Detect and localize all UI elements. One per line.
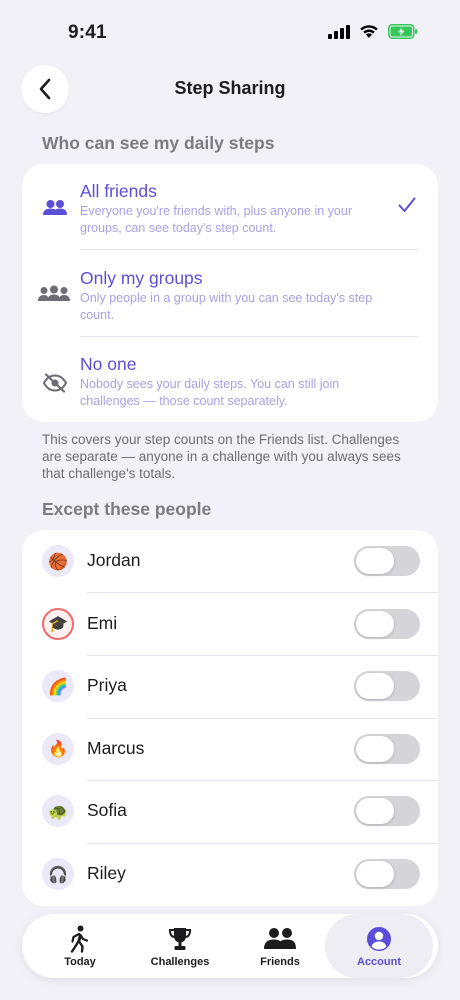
- wifi-icon: [360, 25, 378, 38]
- exceptions-card: 🏀 Jordan 🎓 Emi 🌈 Priya 🔥 Marcus 🐢 Sofia …: [22, 530, 438, 906]
- exception-toggle[interactable]: [354, 733, 420, 764]
- option-title: Only my groups: [80, 268, 203, 288]
- avatar: 🎧: [42, 858, 74, 890]
- status-icons: [328, 24, 418, 39]
- groups-icon: [38, 281, 70, 307]
- visibility-section-header: Who can see my daily steps: [42, 133, 275, 153]
- person-name: Marcus: [87, 737, 145, 758]
- visibility-footnote: This covers your step counts on the Frie…: [42, 432, 401, 481]
- toggle-knob: [356, 798, 394, 825]
- visibility-options-card: All friends Everyone you're friends with…: [22, 164, 438, 422]
- option-no-one[interactable]: No one Nobody sees your daily steps. You…: [22, 337, 438, 423]
- person-name: Jordan: [87, 550, 141, 570]
- tab-label: Today: [64, 956, 96, 968]
- account-icon: [366, 924, 392, 954]
- option-subtitle: Only people in a group with you can see …: [80, 291, 373, 322]
- exception-toggle[interactable]: [354, 546, 420, 576]
- option-subtitle: Everyone you're friends with, plus anyon…: [80, 204, 352, 235]
- walking-icon: [69, 924, 91, 954]
- tab-challenges[interactable]: Challenges: [130, 914, 230, 978]
- friends-icon: [263, 924, 297, 954]
- tab-label: Account: [357, 956, 401, 968]
- trophy-icon: [167, 924, 193, 954]
- person-row-sofia: 🐢 Sofia: [22, 780, 438, 843]
- toggle-knob: [356, 861, 394, 887]
- avatar: 🎓: [42, 607, 74, 640]
- cellular-signal-icon: [328, 24, 350, 39]
- tab-friends[interactable]: Friends: [230, 914, 330, 978]
- avatar: 🏀: [42, 545, 74, 577]
- status-time: 9:41: [68, 22, 107, 43]
- option-title: No one: [80, 354, 137, 374]
- person-name: Priya: [87, 675, 127, 696]
- option-title: All friends: [80, 181, 157, 201]
- person-row-riley: 🎧 Riley: [22, 843, 438, 906]
- checkmark-icon: [398, 197, 416, 212]
- person-row-jordan: 🏀 Jordan: [22, 530, 438, 593]
- person-name: Sofia: [87, 800, 127, 821]
- tab-bar: Today Challenges Friends Account: [22, 914, 438, 978]
- avatar: 🌈: [42, 670, 74, 703]
- person-name: Riley: [87, 863, 126, 883]
- toggle-knob: [356, 735, 394, 762]
- tab-label: Friends: [260, 956, 300, 968]
- toggle-knob: [356, 548, 394, 574]
- toggle-knob: [356, 610, 394, 637]
- battery-charging-icon: [388, 24, 418, 39]
- avatar: 🐢: [42, 795, 74, 828]
- tab-account[interactable]: Account: [325, 914, 433, 978]
- exceptions-section-header: Except these people: [42, 499, 212, 519]
- tab-today[interactable]: Today: [30, 914, 130, 978]
- exception-toggle[interactable]: [354, 671, 420, 702]
- exception-toggle[interactable]: [354, 608, 420, 639]
- tab-label: Challenges: [150, 956, 210, 968]
- person-row-priya: 🌈 Priya: [22, 655, 438, 718]
- person-name: Emi: [87, 612, 118, 633]
- eye-slash-icon: [42, 370, 68, 396]
- status-bar: 9:41: [0, 0, 460, 64]
- option-subtitle: Nobody sees your daily steps. You can st…: [80, 377, 340, 408]
- person-row-emi: 🎓 Emi: [22, 593, 438, 656]
- friends-icon: [42, 195, 68, 221]
- toggle-knob: [356, 673, 394, 700]
- person-row-marcus: 🔥 Marcus: [22, 718, 438, 781]
- page-title: Step Sharing: [174, 78, 286, 98]
- option-only-my-groups[interactable]: Only my groups Only people in a group wi…: [22, 250, 438, 336]
- exception-toggle[interactable]: [354, 859, 420, 889]
- exception-toggle[interactable]: [354, 796, 420, 827]
- avatar: 🔥: [42, 732, 74, 765]
- option-all-friends[interactable]: All friends Everyone you're friends with…: [22, 164, 438, 250]
